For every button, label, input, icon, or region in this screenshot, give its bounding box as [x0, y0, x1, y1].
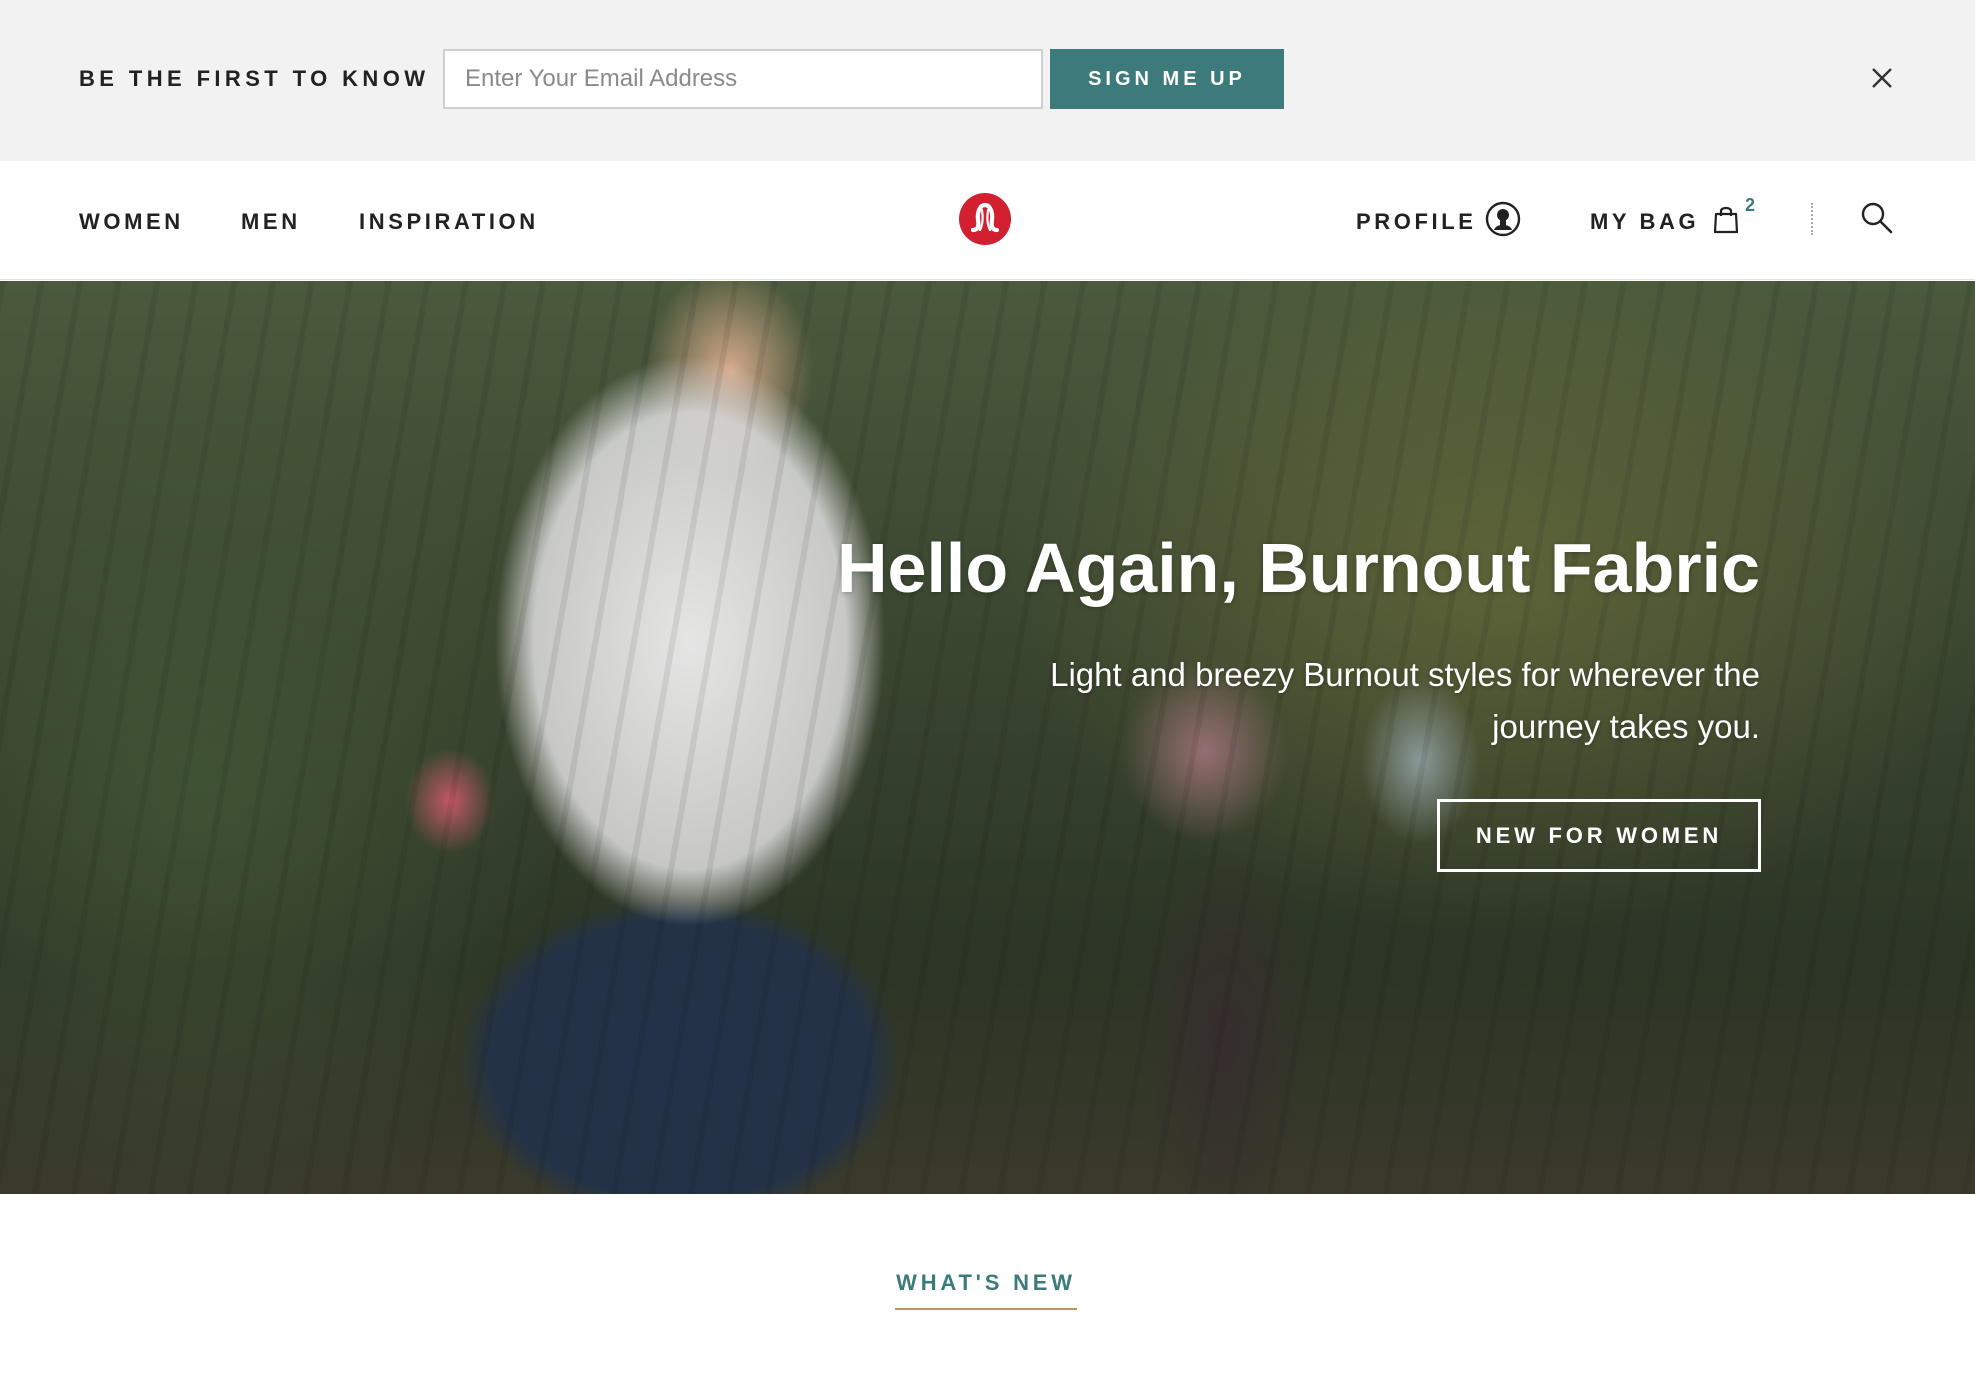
shopping-bag-icon[interactable]	[1713, 204, 1739, 234]
sign-me-up-button[interactable]: SIGN ME UP	[1050, 49, 1284, 109]
nav-women[interactable]: WOMEN	[79, 209, 184, 235]
lululemon-logo-icon[interactable]	[958, 192, 1012, 246]
new-for-women-button[interactable]: NEW FOR WOMEN	[1437, 799, 1761, 872]
my-bag-link[interactable]: MY BAG	[1590, 209, 1699, 235]
profile-link[interactable]: PROFILE	[1356, 209, 1477, 235]
nav-divider	[1811, 203, 1813, 235]
main-nav: WOMEN MEN INSPIRATION PROFILE MY BAG 2	[0, 161, 1975, 280]
hero-banner: Hello Again, Burnout Fabric Light and br…	[0, 281, 1975, 1194]
close-icon[interactable]	[1866, 62, 1898, 94]
whats-new-link[interactable]: WHAT'S NEW	[895, 1270, 1077, 1310]
nav-inspiration[interactable]: INSPIRATION	[359, 209, 539, 235]
email-input[interactable]	[443, 49, 1043, 109]
profile-icon[interactable]	[1485, 201, 1521, 237]
hero-title: Hello Again, Burnout Fabric	[837, 529, 1760, 607]
nav-men[interactable]: MEN	[241, 209, 301, 235]
bag-count-badge: 2	[1745, 195, 1756, 215]
promo-bar: BE THE FIRST TO KNOW SIGN ME UP	[0, 0, 1975, 161]
promo-title: BE THE FIRST TO KNOW	[79, 66, 430, 91]
hero-subtitle: Light and breezy Burnout styles for wher…	[1050, 656, 1760, 745]
search-icon[interactable]	[1860, 201, 1894, 235]
